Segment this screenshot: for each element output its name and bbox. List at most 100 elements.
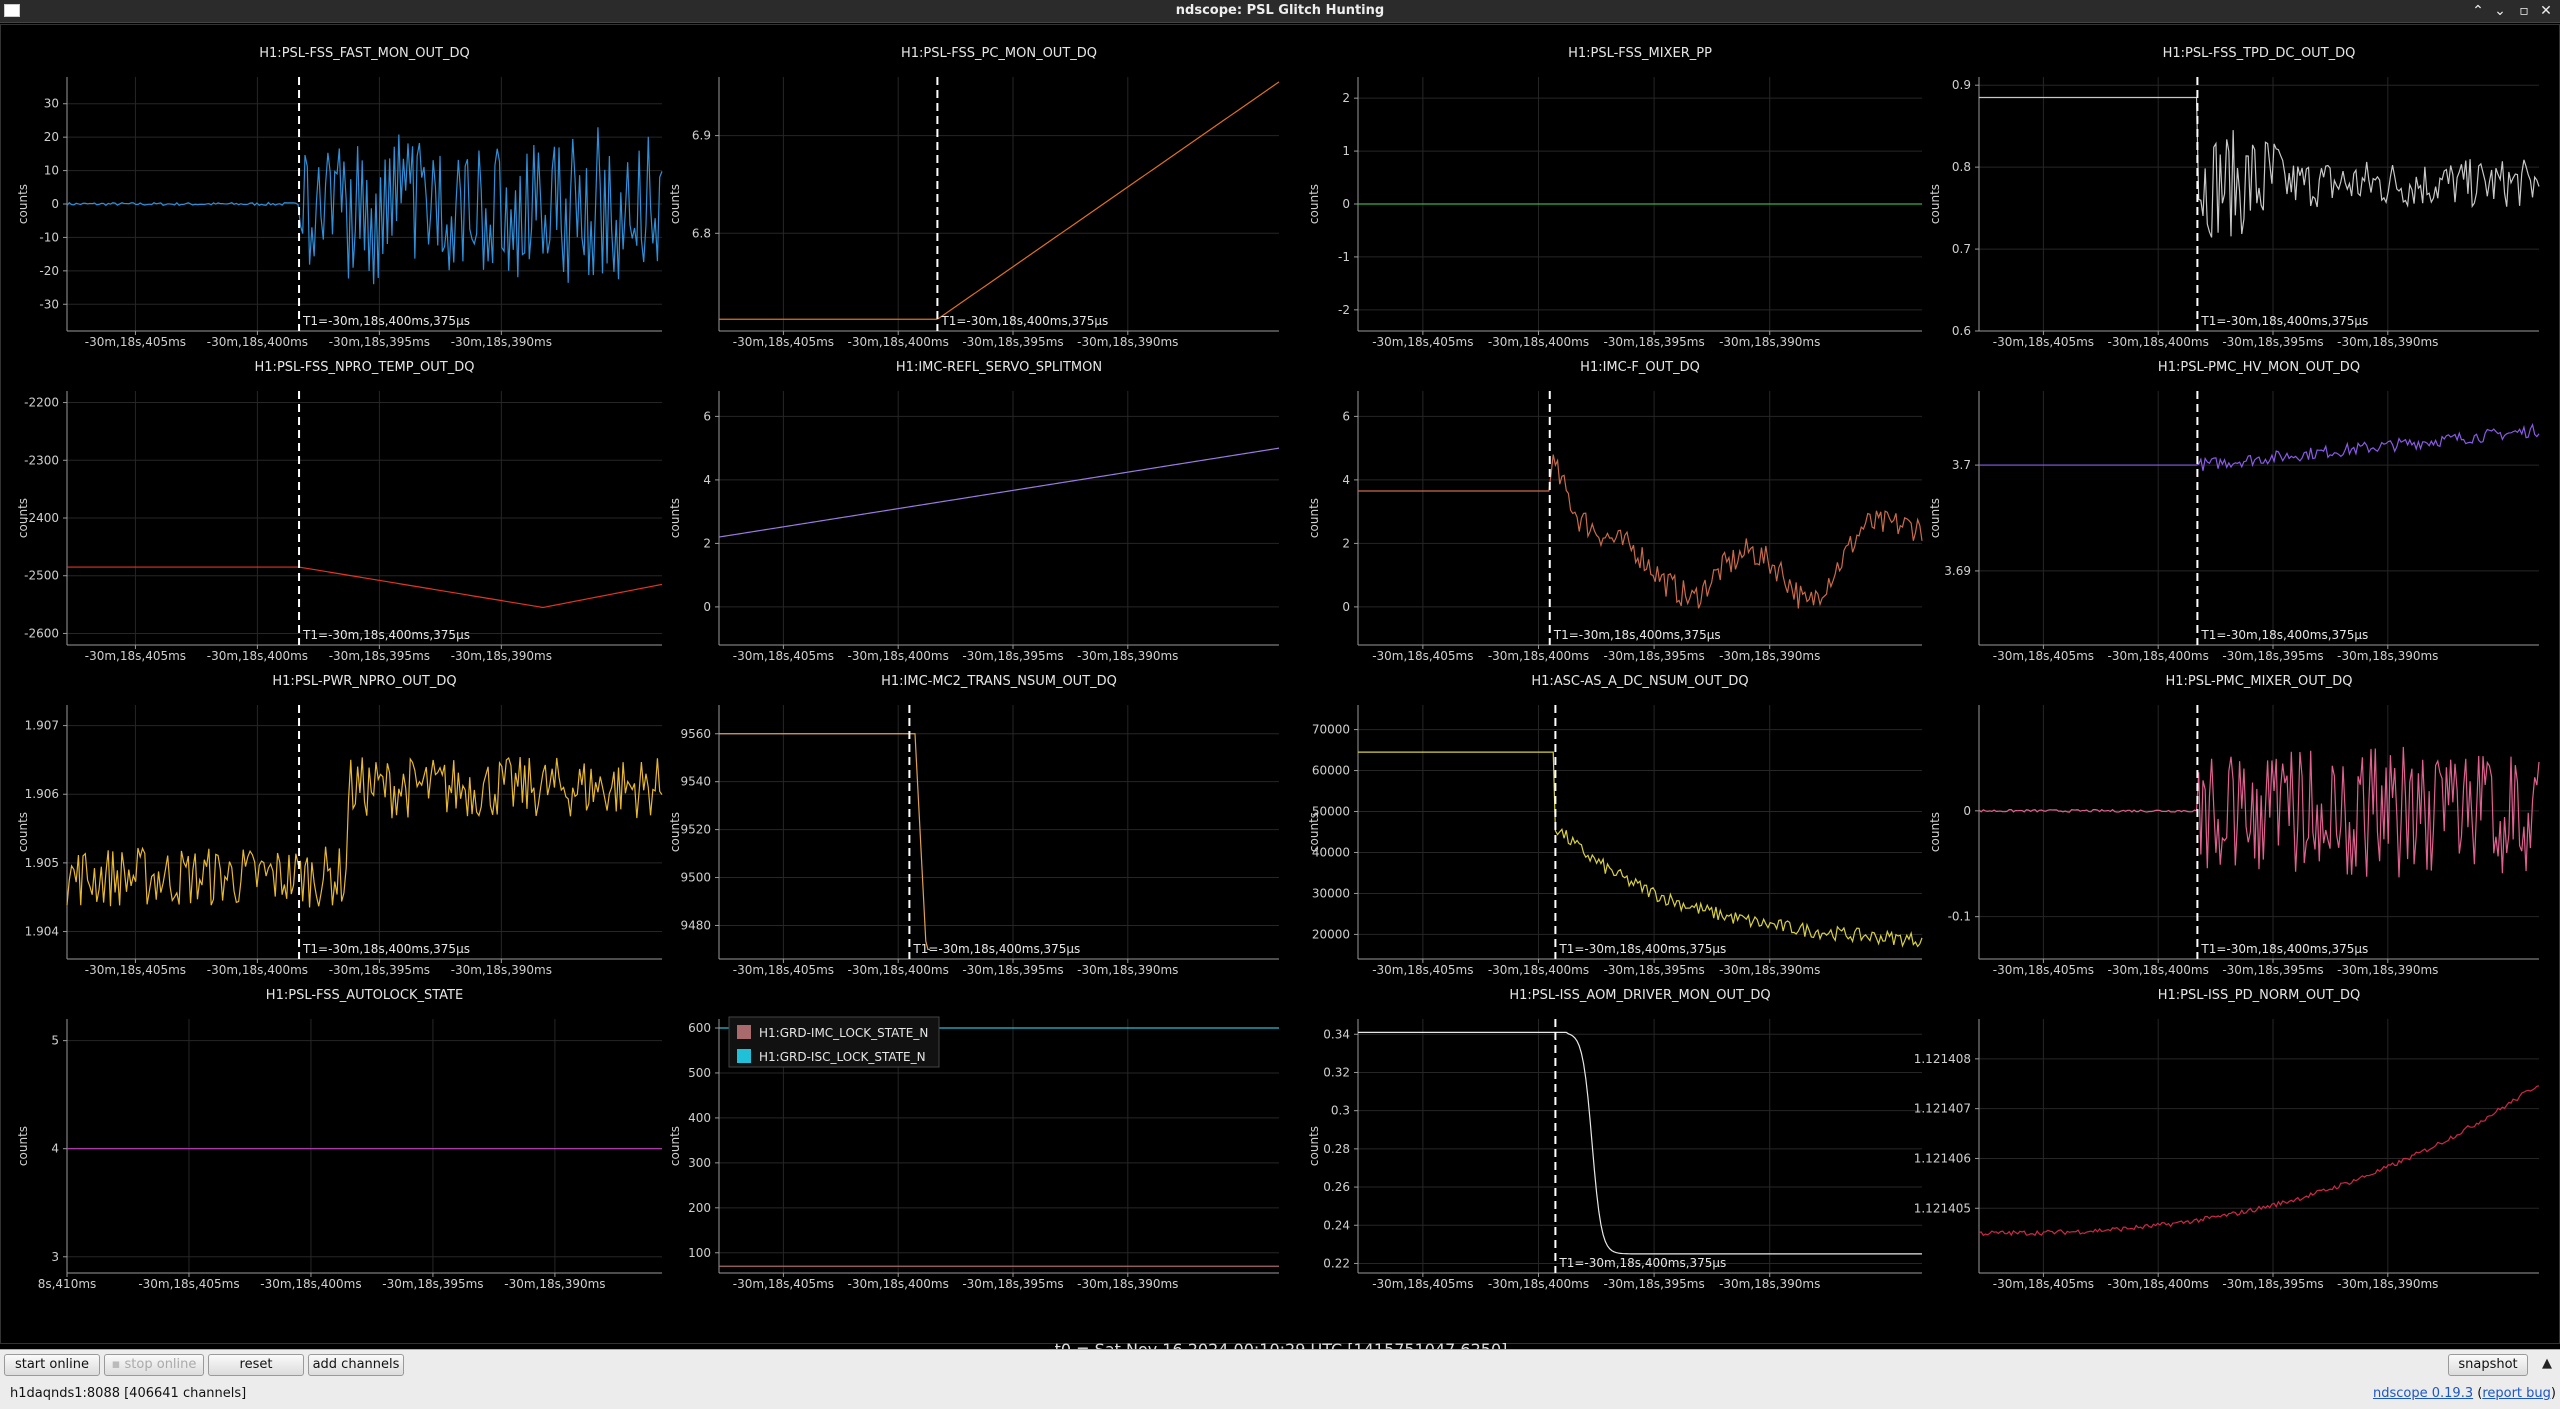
y-tick-label: -30	[39, 297, 59, 311]
close-icon[interactable]: ✕	[2536, 1, 2556, 21]
y-tick-label: -2500	[24, 569, 59, 583]
series-line	[719, 81, 1280, 320]
x-tick-label: -30m,18s,390ms	[1719, 963, 1820, 977]
plot-panel: H1:PSL-FSS_TPD_DC_OUT_DQ -30m,18s,405ms -3…	[1928, 46, 2540, 349]
y-tick-label: 4	[51, 1142, 59, 1156]
y-tick-label: 1.906	[25, 787, 59, 801]
plot-title: H1:PSL-PMC_MIXER_OUT_DQ	[2166, 674, 2353, 689]
snapshot-button[interactable]: snapshot	[2448, 1354, 2528, 1376]
series-line	[1979, 422, 2540, 471]
x-tick-label: -30m,18s,395ms	[2222, 1277, 2323, 1291]
y-axis-label: counts	[1307, 184, 1321, 224]
x-tick-label: -30m,18s,400ms	[1488, 963, 1589, 977]
y-tick-label: 0	[1963, 804, 1971, 818]
x-tick-label: -30m,18s,400ms	[848, 649, 949, 663]
y-tick-label: 100	[688, 1246, 711, 1260]
add-channels-button[interactable]: add channels	[308, 1354, 404, 1376]
plot-title: H1:PSL-ISS_AOM_DRIVER_MON_OUT_DQ	[1509, 988, 1770, 1003]
x-tick-label: -30m,18s,400ms	[207, 649, 308, 663]
y-tick-label: 0.3	[1331, 1104, 1350, 1118]
y-tick-label: 0	[1342, 197, 1350, 211]
y-tick-label: 1	[1342, 144, 1350, 158]
x-tick-label: -30m,18s,400ms	[848, 1277, 949, 1291]
y-tick-label: 3	[51, 1250, 59, 1264]
x-tick-label: -30m,18s,395ms	[1603, 1277, 1704, 1291]
minimize-icon[interactable]: ⌄	[2490, 1, 2510, 21]
x-tick-label: -30m,18s,405ms	[85, 963, 186, 977]
x-tick-label: -30m,18s,390ms	[1719, 335, 1820, 349]
x-tick-label: -30m,18s,390ms	[1077, 335, 1178, 349]
y-tick-label: 3.7	[1952, 458, 1971, 472]
legend-swatch	[737, 1025, 751, 1039]
y-tick-label: 0.7	[1952, 242, 1971, 256]
plot-title: H1:PSL-PWR_NPRO_OUT_DQ	[272, 674, 456, 689]
plot-canvas[interactable]: H1:PSL-FSS_FAST_MON_OUT_DQ -30m,18s,405ms…	[1, 25, 2560, 1345]
plot-title: H1:PSL-FSS_AUTOLOCK_STATE	[266, 988, 463, 1003]
x-tick-label: -30m,18s,395ms	[2222, 649, 2323, 663]
y-tick-label: -2600	[24, 626, 59, 640]
x-tick-label: -30m,18s,400ms	[2108, 649, 2209, 663]
y-tick-label: 1.121406	[1914, 1151, 1971, 1165]
plot-grid[interactable]: H1:PSL-FSS_FAST_MON_OUT_DQ -30m,18s,405ms…	[0, 24, 2560, 1359]
series-line	[66, 756, 663, 908]
x-tick-label: -30m,18s,395ms	[329, 963, 430, 977]
y-tick-label: -10	[39, 230, 59, 244]
x-tick-label: -30m,18s,390ms	[2337, 1277, 2438, 1291]
y-axis-label: counts	[16, 812, 30, 852]
y-tick-label: 9500	[680, 871, 711, 885]
x-tick-label: -30m,18s,395ms	[329, 649, 430, 663]
x-tick-label: -30m,18s,400ms	[2108, 335, 2209, 349]
version-link[interactable]: ndscope 0.19.3	[2373, 1386, 2473, 1401]
y-tick-label: 2	[1342, 91, 1350, 105]
plot-panel: H1:PSL-PMC_MIXER_OUT_DQ -30m,18s,405ms -30…	[1928, 674, 2540, 977]
keep-above-icon[interactable]: ⌃	[2468, 1, 2488, 21]
y-tick-label: 0.6	[1952, 324, 1971, 338]
maximize-icon[interactable]: ▫	[2514, 1, 2534, 21]
x-tick-label: -30m,18s,395ms	[2222, 963, 2323, 977]
y-tick-label: 200	[688, 1201, 711, 1215]
cursor-label: T1=-30m,18s,400ms,375µs	[912, 942, 1080, 956]
cursor-label: T1=-30m,18s,400ms,375µs	[2200, 314, 2368, 328]
x-tick-label: -30m,18s,395ms	[1603, 335, 1704, 349]
x-tick-label: -30m,18s,400ms	[207, 335, 308, 349]
plot-title: H1:PSL-PMC_HV_MON_OUT_DQ	[2158, 360, 2360, 375]
start-online-button[interactable]: start online	[4, 1354, 100, 1376]
legend-label: H1:GRD-IMC_LOCK_STATE_N	[759, 1026, 928, 1040]
y-tick-label: 20	[44, 130, 59, 144]
y-tick-label: 300	[688, 1156, 711, 1170]
x-tick-label: -30m,18s,400ms	[848, 963, 949, 977]
x-tick-label: -30m,18s,390ms	[451, 649, 552, 663]
stop-online-button: stop online	[104, 1354, 204, 1376]
x-tick-label: -30m,18s,390ms	[1077, 1277, 1178, 1291]
y-tick-label: 0.32	[1323, 1065, 1350, 1079]
y-axis-label: counts	[1928, 184, 1942, 224]
y-tick-label: 70000	[1312, 723, 1350, 737]
legend-swatch	[737, 1049, 751, 1063]
x-tick-label: -30m,18s,405ms	[1993, 335, 2094, 349]
plot-panel: H1:PSL-FSS_NPRO_TEMP_OUT_DQ -30m,18s,405m…	[16, 360, 663, 663]
version-info: ndscope 0.19.3 (report bug)	[2373, 1386, 2556, 1401]
x-tick-label: -30m,18s,405ms	[733, 649, 834, 663]
x-tick-label: -30m,18s,400ms	[260, 1277, 361, 1291]
plot-panel: -30m,18s,405ms -30m,18s,400ms -30m,18s,395…	[668, 1016, 1279, 1291]
x-tick-label: -30m,18s,395ms	[329, 335, 430, 349]
y-tick-label: 9560	[680, 727, 711, 741]
series-line	[1358, 751, 1923, 948]
x-tick-label: -30m,18s,400ms	[1488, 649, 1589, 663]
x-tick-label: -30m,18s,395ms	[962, 963, 1063, 977]
x-tick-label: -30m,18s,395ms	[962, 335, 1063, 349]
series-line	[1978, 746, 2540, 878]
y-tick-label: 4	[703, 473, 711, 487]
x-tick-label: -30m,18s,395ms	[962, 649, 1063, 663]
y-tick-label: -2200	[24, 396, 59, 410]
y-tick-label: 0	[51, 197, 59, 211]
x-tick-label: -30m,18s,390ms	[504, 1277, 605, 1291]
y-axis-label: counts	[16, 1126, 30, 1166]
expand-panel-icon[interactable]: ▲	[2542, 1356, 2552, 1371]
plot-title: H1:IMC-MC2_TRANS_NSUM_OUT_DQ	[881, 674, 1117, 689]
plot-panel: H1:IMC-F_OUT_DQ -30m,18s,405ms -30m,18s,40…	[1307, 360, 1923, 663]
y-axis-label: counts	[1307, 812, 1321, 852]
report-bug-link[interactable]: report bug	[2482, 1386, 2551, 1401]
reset-button[interactable]: reset	[208, 1354, 304, 1376]
y-tick-label: 3.69	[1944, 564, 1971, 578]
